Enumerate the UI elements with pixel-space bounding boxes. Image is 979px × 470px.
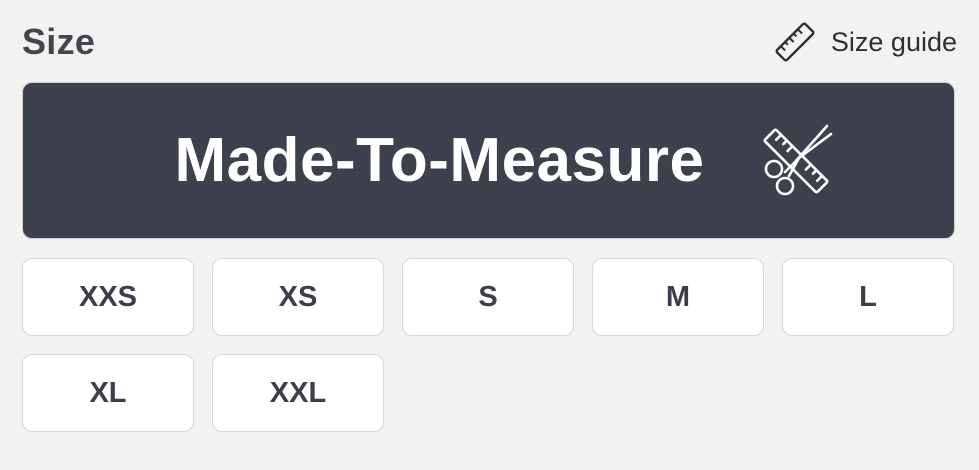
made-to-measure-button[interactable]: Made-To-Measure [22,82,955,239]
size-guide-link[interactable]: Size guide [773,20,957,64]
size-guide-label: Size guide [830,26,957,57]
size-option-l[interactable]: L [782,258,954,336]
size-option-xl[interactable]: XL [22,354,194,432]
size-option-xxl[interactable]: XXL [212,354,384,432]
size-option-xs[interactable]: XS [212,258,384,336]
ruler-icon [773,20,817,64]
size-options: XXS XS S M L XL XXL [22,258,955,432]
size-option-xxs[interactable]: XXS [22,258,194,336]
scissors-ruler-icon [755,120,837,202]
size-option-m[interactable]: M [592,258,764,336]
made-to-measure-label: Made-To-Measure [174,126,705,195]
size-option-s[interactable]: S [402,258,574,336]
size-title: Size [22,21,96,62]
size-header: Size Size guide [22,16,957,68]
